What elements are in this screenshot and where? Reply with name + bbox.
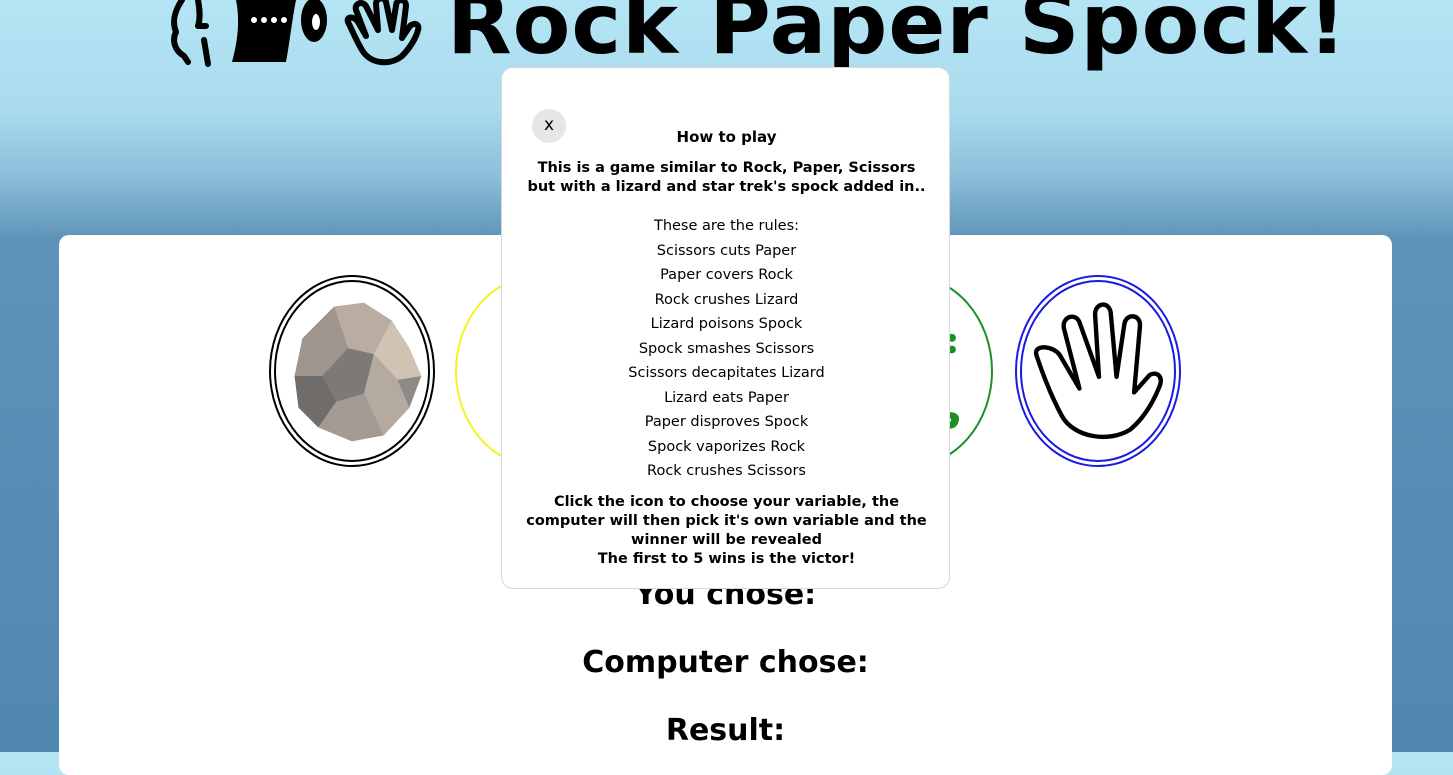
rule-item: Lizard eats Paper bbox=[664, 389, 789, 406]
rules-heading: These are the rules: bbox=[653, 218, 800, 234]
rules-list: These are the rules: Scissors cuts Paper… bbox=[502, 216, 951, 486]
spock-hand-icon bbox=[344, 0, 422, 66]
modal-instructions: Click the icon to choose your variable, … bbox=[517, 493, 936, 569]
rule-item: Paper covers Rock bbox=[660, 267, 793, 283]
choice-spock-button[interactable] bbox=[1015, 275, 1181, 467]
victory-text: The first to 5 wins is the victor! bbox=[597, 551, 856, 567]
modal-intro: This is a game similar to Rock, Paper, S… bbox=[527, 160, 926, 195]
how-to-play-modal: x How to play This is a game similar to … bbox=[501, 67, 950, 589]
choice-rock-button[interactable] bbox=[269, 275, 435, 467]
rule-item: Paper disproves Spock bbox=[644, 414, 809, 430]
rule-item: Rock crushes Lizard bbox=[654, 291, 799, 308]
spock-hand-icon bbox=[1033, 302, 1163, 440]
header-icons bbox=[171, 0, 422, 67]
rule-item: Lizard poisons Spock bbox=[650, 316, 803, 332]
page-title: Rock Paper Spock! bbox=[447, 0, 1348, 73]
paper-icon bbox=[232, 0, 327, 62]
rule-item: Spock smashes Scissors bbox=[638, 340, 815, 357]
rule-item: Spock vaporizes Rock bbox=[647, 438, 806, 455]
computer-chose-label: Computer chose: bbox=[582, 645, 869, 680]
rock-icon bbox=[294, 302, 422, 442]
modal-heading: How to play bbox=[676, 128, 777, 146]
rock-hand-icon bbox=[171, 0, 211, 67]
rule-item: Rock crushes Scissors bbox=[647, 463, 806, 479]
rule-item: Scissors cuts Paper bbox=[656, 242, 797, 259]
instructions-text: Click the icon to choose your variable, … bbox=[526, 494, 927, 548]
result-label: Result: bbox=[665, 713, 786, 748]
rule-item: Scissors decapitates Lizard bbox=[628, 365, 825, 381]
